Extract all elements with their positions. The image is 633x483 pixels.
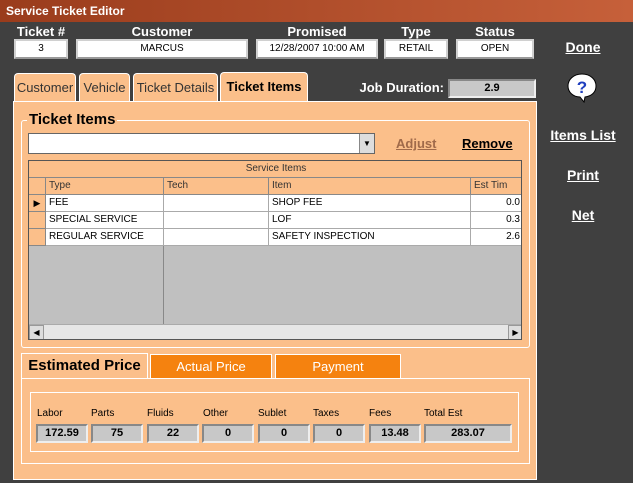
sublet-value: 0 [258, 424, 310, 443]
taxes-value: 0 [313, 424, 365, 443]
type-field[interactable]: RETAIL [384, 39, 448, 59]
sublet-label: Sublet [258, 408, 287, 419]
row-selector-header [29, 178, 46, 195]
column-header-type[interactable]: Type [46, 178, 164, 195]
parts-label: Parts [91, 408, 115, 419]
job-duration-value: 2.9 [448, 79, 536, 98]
total-est-label: Total Est [424, 408, 463, 419]
row-selector-current[interactable]: ▶ [29, 195, 46, 212]
column-header-item[interactable]: Item [269, 178, 471, 195]
svg-text:?: ? [577, 78, 587, 97]
net-button[interactable]: Net [562, 207, 604, 223]
table-cell-est-time[interactable]: 0.3 [471, 212, 521, 229]
horizontal-scrollbar[interactable]: ◀ ▶ [29, 324, 521, 339]
table-cell-type[interactable]: FEE [46, 195, 164, 212]
table-cell-item[interactable]: SAFETY INSPECTION [269, 229, 471, 246]
table-cell-est-time[interactable]: 0.0 [471, 195, 521, 212]
other-label: Other [203, 408, 229, 419]
tab-ticket-items[interactable]: Ticket Items [220, 72, 308, 104]
price-breakdown-group [30, 392, 519, 452]
table-cell-tech[interactable] [164, 212, 269, 229]
tab-actual-price[interactable]: Actual Price [150, 354, 272, 380]
done-button[interactable]: Done [556, 39, 610, 55]
scroll-left-icon[interactable]: ◀ [29, 325, 44, 339]
column-header-est-time[interactable]: Est Tim [471, 178, 521, 195]
column-divider [163, 246, 164, 324]
table-cell-type[interactable]: SPECIAL SERVICE [46, 212, 164, 229]
table-cell-tech[interactable] [164, 195, 269, 212]
labor-value: 172.59 [36, 424, 88, 443]
window-title: Service Ticket Editor [0, 0, 633, 22]
ticket-number-label: Ticket # [16, 24, 66, 39]
customer-field[interactable]: MARCUS [76, 39, 248, 59]
promised-label: Promised [287, 24, 347, 39]
parts-value: 75 [91, 424, 143, 443]
fluids-value: 22 [147, 424, 199, 443]
tab-ticket-details[interactable]: Ticket Details [133, 73, 218, 103]
row-selector[interactable] [29, 229, 46, 246]
job-duration-label: Job Duration: [359, 80, 445, 95]
tab-payment[interactable]: Payment [275, 354, 401, 380]
question-help-icon[interactable]: ? [566, 72, 598, 104]
status-label: Status [475, 24, 515, 39]
adjust-button[interactable]: Adjust [396, 136, 436, 151]
table-cell-tech[interactable] [164, 229, 269, 246]
scroll-right-icon[interactable]: ▶ [508, 325, 521, 339]
table-cell-type[interactable]: REGULAR SERVICE [46, 229, 164, 246]
table-cell-item[interactable]: SHOP FEE [269, 195, 471, 212]
dropdown-arrow-icon[interactable]: ▼ [359, 134, 374, 153]
column-header-tech[interactable]: Tech [164, 178, 269, 195]
taxes-label: Taxes [313, 408, 340, 419]
status-field[interactable]: OPEN [456, 39, 534, 59]
fees-label: Fees [369, 408, 392, 419]
item-select-combo[interactable]: ▼ [28, 133, 375, 154]
type-label: Type [401, 24, 431, 39]
other-value: 0 [202, 424, 254, 443]
table-cell-item[interactable]: LOF [269, 212, 471, 229]
tab-customer[interactable]: Customer [14, 73, 76, 103]
remove-button[interactable]: Remove [462, 136, 513, 151]
print-button[interactable]: Print [560, 167, 606, 183]
row-selector[interactable] [29, 212, 46, 229]
tab-vehicle[interactable]: Vehicle [79, 73, 130, 103]
promised-field[interactable]: 12/28/2007 10:00 AM [256, 39, 378, 59]
service-items-grid: Service Items Type Tech Item Est Tim ▶ F… [28, 160, 522, 340]
ticket-items-group-title: Ticket Items [27, 111, 118, 128]
fees-value: 13.48 [369, 424, 421, 443]
labor-label: Labor [37, 408, 63, 419]
tab-estimated-price[interactable]: Estimated Price [21, 353, 148, 379]
total-est-value: 283.07 [424, 424, 512, 443]
fluids-label: Fluids [147, 408, 174, 419]
items-list-button[interactable]: Items List [544, 127, 622, 143]
service-items-band-title: Service Items [29, 161, 521, 178]
customer-label: Customer [131, 24, 193, 39]
table-cell-est-time[interactable]: 2.6 [471, 229, 521, 246]
ticket-number-field: 3 [14, 39, 68, 59]
